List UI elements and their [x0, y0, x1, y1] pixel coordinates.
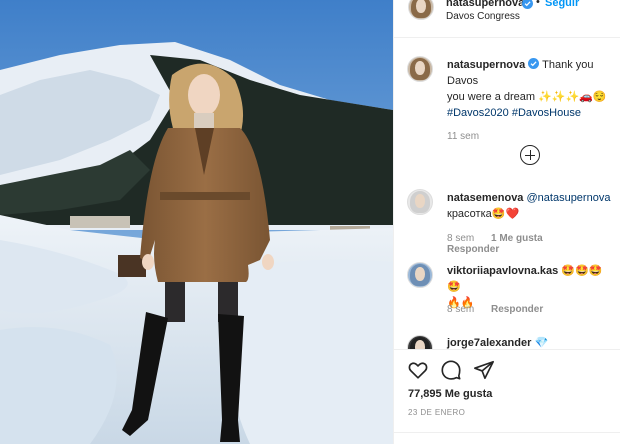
hashtag-davoshouse[interactable]: #DavosHouse	[512, 107, 581, 119]
likes-count[interactable]: 77,895 Me gusta	[408, 388, 492, 400]
commenter-avatar[interactable]	[407, 189, 433, 215]
author-username[interactable]: natasupernova	[446, 0, 524, 9]
photo-scene	[0, 0, 393, 444]
comment-bubble-icon[interactable]	[440, 359, 462, 381]
comment-time[interactable]: 8 sem	[447, 233, 474, 244]
paper-plane-icon[interactable]	[473, 359, 495, 381]
comment-text: красотка🤩❤️	[447, 208, 520, 220]
post-location[interactable]: Davos Congress	[446, 11, 520, 22]
post-actions: 77,895 Me gusta 23 DE ENERO	[394, 349, 620, 444]
reply-button[interactable]: Responder	[447, 244, 499, 255]
author-avatar[interactable]	[408, 0, 434, 20]
commenter-username[interactable]: natasemenova	[447, 192, 523, 204]
verified-badge-icon	[522, 0, 533, 9]
comments-list[interactable]: natasupernova Thank you Davos you were a…	[394, 38, 620, 349]
reply-button[interactable]: Responder	[491, 304, 543, 315]
plus-circle-icon[interactable]	[520, 145, 540, 165]
hashtag-davos2020[interactable]: #Davos2020	[447, 107, 509, 119]
commenter-username[interactable]: viktoriiapavlovna.kas	[447, 265, 558, 277]
post-date[interactable]: 23 DE ENERO	[408, 408, 465, 417]
caption-text-line2: you were a dream ✨✨✨🚗😌	[447, 91, 607, 103]
caption-username[interactable]: natasupernova	[447, 59, 525, 71]
comment-mention[interactable]: @natasupernova	[527, 192, 611, 204]
commenter-avatar[interactable]	[407, 335, 433, 349]
caption-meta: 11 sem	[447, 131, 493, 142]
heart-icon[interactable]	[407, 359, 429, 381]
comment-meta: 8 sem 1 Me gusta Responder	[447, 233, 620, 255]
post-photo[interactable]	[0, 0, 393, 444]
verified-badge-icon	[528, 58, 540, 69]
add-comment-area[interactable]	[394, 432, 620, 444]
comment-text-inline: 💎	[534, 337, 549, 349]
follow-button[interactable]: Seguir	[545, 0, 579, 9]
comment-time[interactable]: 8 sem	[447, 304, 474, 315]
caption-time[interactable]: 11 sem	[447, 131, 479, 142]
comment-meta: 8 sem Responder	[447, 304, 557, 315]
post-header: natasupernova • Seguir Davos Congress	[394, 0, 620, 38]
header-separator: •	[536, 0, 540, 8]
commenter-username[interactable]: jorge7alexander	[447, 337, 531, 349]
caption-avatar[interactable]	[407, 56, 433, 82]
comment-likes[interactable]: 1 Me gusta	[491, 233, 543, 244]
post-details-panel: natasupernova • Seguir Davos Congress na…	[393, 0, 620, 444]
commenter-avatar[interactable]	[407, 262, 433, 288]
